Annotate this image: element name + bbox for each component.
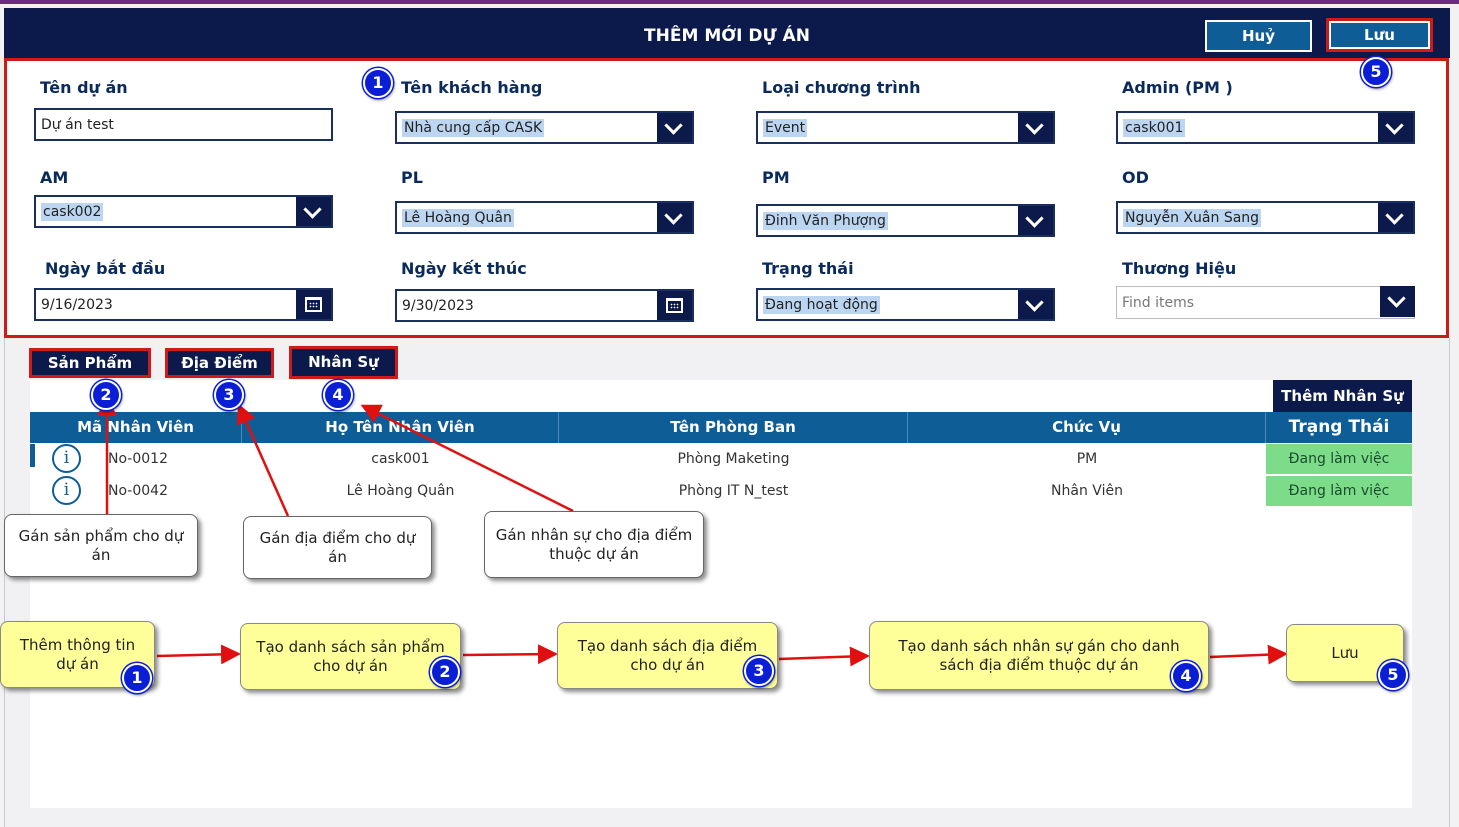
callout-staff: Gán nhân sự cho địa điểm thuộc dự án: [484, 511, 704, 578]
arrow-step-2-to-3: [462, 644, 558, 665]
arrow-to-staff-tab: [360, 404, 574, 513]
badge-1: 1: [363, 68, 393, 98]
arrow-step-3-to-4: [778, 646, 870, 667]
badge-4: 4: [323, 380, 353, 410]
annotation-arrows: [97, 396, 1288, 667]
badge-1: 1: [122, 663, 152, 693]
badge-2: 2: [430, 657, 460, 687]
badge-3: 3: [744, 656, 774, 686]
callout-location: Gán địa điểm cho dự án: [243, 516, 432, 579]
step-2-box: Tạo danh sách sản phẩm cho dự án: [240, 623, 461, 690]
badge-5: 5: [1361, 57, 1391, 87]
badge-2: 2: [91, 380, 121, 410]
arrow-step-4-to-5: [1209, 644, 1288, 665]
callout-product: Gán sản phẩm cho dự án: [4, 514, 198, 577]
badge-4: 4: [1171, 661, 1201, 691]
badge-3: 3: [214, 380, 244, 410]
badge-5: 5: [1378, 660, 1408, 690]
step-3-box: Tạo danh sách địa điểm cho dự án: [557, 622, 778, 689]
arrow-to-locations-tab: [236, 403, 290, 517]
step-4-box: Tạo danh sách nhân sự gán cho danh sách …: [869, 621, 1209, 690]
arrow-step-1-to-2: [156, 644, 241, 665]
